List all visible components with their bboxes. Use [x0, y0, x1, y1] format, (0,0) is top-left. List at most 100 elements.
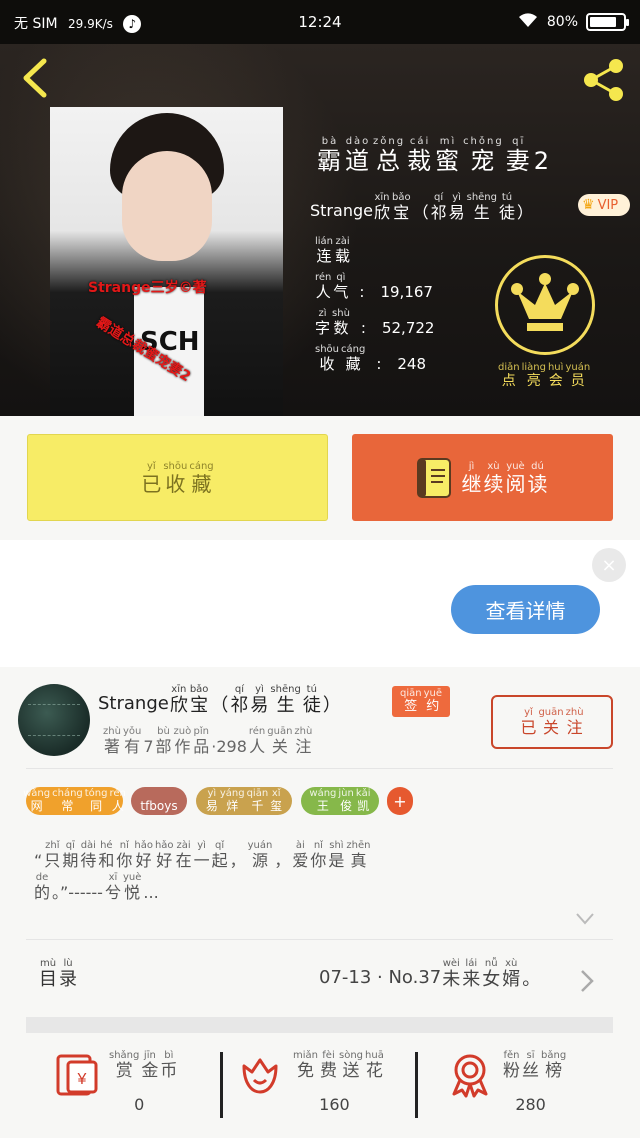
- word-count-colon: :: [360, 318, 366, 337]
- ruby-char: rén 人: [110, 788, 126, 813]
- pinyin: yǒu: [122, 726, 142, 737]
- fans-ranking[interactable]: fěn 粉 sī 丝 bǎng 榜 280: [446, 1050, 567, 1114]
- pinyin: hǎo: [134, 840, 153, 852]
- collected-label: yǐ 已 shōu 收 cáng 藏: [140, 461, 214, 495]
- author-card-name-suffix: xīn 欣 bǎo 宝 （qí 祁 yì 易 shēng 生 tú 徒 ）: [169, 684, 342, 716]
- pinyin: cáng: [189, 460, 214, 472]
- chevron-down-icon[interactable]: [575, 912, 595, 926]
- ruby-char: shōu 收: [163, 461, 187, 495]
- ruby-char: bù 部: [156, 726, 172, 756]
- hanzi: 只: [44, 851, 61, 871]
- pinyin: qiān: [399, 688, 422, 700]
- pinyin: guān: [267, 726, 293, 737]
- free-flowers[interactable]: miǎn 免 fèi 费 sòng 送 huā 花 160: [236, 1050, 385, 1114]
- word-count-label: zì 字 shù 数: [314, 308, 351, 337]
- ruby-char: de 的: [34, 872, 50, 902]
- pinyin: zhù: [565, 707, 584, 719]
- author-name: Strange: [310, 200, 373, 220]
- hanzi: 著: [103, 737, 120, 756]
- hanzi: 亮: [526, 373, 541, 389]
- pinyin: yǐ: [524, 707, 533, 719]
- hanzi: 婿: [502, 969, 521, 990]
- toc-label[interactable]: mù 目 lù 录: [38, 958, 78, 990]
- pinyin: [37, 840, 40, 852]
- pinyin: [530, 958, 533, 970]
- followed-button[interactable]: yǐ 已 guān 关 zhù 注: [491, 695, 613, 749]
- ruby-char: cái 裁: [407, 136, 433, 174]
- hanzi: 花: [365, 1061, 383, 1081]
- ruby-char: ）: [323, 684, 341, 716]
- share-button[interactable]: [580, 56, 628, 104]
- pinyin: shēng: [466, 192, 497, 203]
- pinyin: [236, 840, 239, 852]
- ruby-char: nǐ 你: [116, 840, 132, 870]
- pinyin: zuò: [173, 726, 192, 737]
- ruby-char: zhù 著: [103, 726, 121, 756]
- pinyin: [157, 788, 160, 800]
- ruby-char: jì 继: [462, 461, 482, 495]
- hanzi: 榜: [545, 1061, 563, 1081]
- pinyin: shēng: [270, 684, 301, 695]
- hanzi: 常: [61, 799, 74, 814]
- hanzi: 祁: [230, 695, 249, 716]
- pinyin: wáng: [309, 788, 337, 800]
- ruby-char: rén 人: [315, 272, 331, 301]
- ruby-char: yì 易: [206, 788, 218, 813]
- status-right: 80%: [517, 11, 629, 33]
- pinyin: yuē: [423, 688, 442, 700]
- book-author[interactable]: Strange xīn 欣 bǎo 宝 （qí 祁 yì 易 shēng 生 tú 徒 ）: [310, 192, 534, 222]
- hanzi: 部: [155, 737, 172, 756]
- ruby-char: qiān 签: [400, 688, 422, 714]
- pinyin: sòng: [339, 1050, 364, 1061]
- hanzi: 女: [482, 969, 501, 990]
- add-tag-button[interactable]: +: [387, 787, 413, 815]
- ruby-char: jīn 金: [141, 1050, 158, 1081]
- hanzi: 烊: [226, 799, 239, 814]
- collected-button[interactable]: yǐ 已 shōu 收 cáng 藏: [27, 434, 328, 521]
- avatar[interactable]: [18, 684, 90, 756]
- free-flowers-value: 160: [319, 1094, 350, 1114]
- chevron-right-icon[interactable]: [579, 968, 595, 994]
- tag-item[interactable]: wǎng 网 cháng 常 tóng 同 rén 人: [23, 787, 126, 815]
- red-envelope-icon: ¥: [56, 1054, 98, 1096]
- tag-item[interactable]: tfboys: [131, 787, 187, 815]
- pinyin: qì: [336, 272, 346, 283]
- status-bar: 无 SIM 29.9K/s ♪ 12:24 80%: [0, 0, 640, 44]
- ad-close-button[interactable]: ×: [592, 548, 626, 582]
- latest-chapter[interactable]: 07-13 · No.37 wèi 未 lái 来 nǚ 女 xù 婿 。: [319, 958, 541, 990]
- ruby-char: ·298: [211, 726, 247, 756]
- author-card-name[interactable]: Strange xīn 欣 bǎo 宝 （qí 祁 yì 易 shēng 生 tú 徒 ）: [98, 684, 342, 716]
- continue-reading-button[interactable]: jì 继 xù 续 yuè 阅 dú 读: [352, 434, 613, 521]
- hanzi: 同: [90, 799, 103, 814]
- hanzi: 你: [116, 851, 133, 871]
- pinyin: yì: [197, 840, 206, 852]
- pinyin: wèi: [442, 958, 460, 969]
- reward-coins[interactable]: ¥ shǎng 赏 jīn 金 bì 币 0: [52, 1050, 178, 1114]
- hanzi: 的: [34, 883, 51, 903]
- hanzi: 一: [193, 851, 210, 871]
- ruby-char: xī 兮: [105, 872, 121, 902]
- tag-item[interactable]: yì 易 yáng 烊 qiān 千 xǐ 玺: [196, 787, 292, 815]
- ruby-char: zhù 注: [566, 707, 584, 737]
- pinyin: yǐ: [146, 460, 156, 472]
- pinyin: xīn: [374, 192, 390, 203]
- tag-item[interactable]: wáng 王 jùn 俊 kǎi 凯: [301, 787, 379, 815]
- popularity-stat: rén 人 qì 气 : 19,167: [314, 272, 433, 301]
- hanzi: 录: [59, 969, 77, 990]
- view-details-button[interactable]: 查看详情: [451, 585, 600, 634]
- hanzi: 阅: [505, 471, 526, 496]
- hanzi: 收: [319, 355, 335, 373]
- ruby-char: yuè 悦: [123, 872, 141, 902]
- ruby-char: fèi 费: [320, 1050, 337, 1081]
- ruby-char: xīn 欣: [374, 192, 390, 222]
- pinyin: qī: [65, 840, 75, 852]
- hanzi: 继: [461, 471, 482, 496]
- ruby-char: 2: [534, 136, 551, 175]
- reward-coins-label: shǎng 赏 jīn 金 bì 币: [108, 1050, 178, 1081]
- reward-coins-value: 0: [134, 1094, 145, 1114]
- pinyin: kǎi: [355, 788, 371, 800]
- book-title: bà 霸 dào 道 zǒng 总 cái 裁 mì 蜜 chǒng 宠 qī 妻 2: [316, 136, 552, 174]
- hanzi: 点: [501, 373, 516, 389]
- hanzi: 。”------: [52, 883, 103, 903]
- back-button[interactable]: [18, 58, 52, 98]
